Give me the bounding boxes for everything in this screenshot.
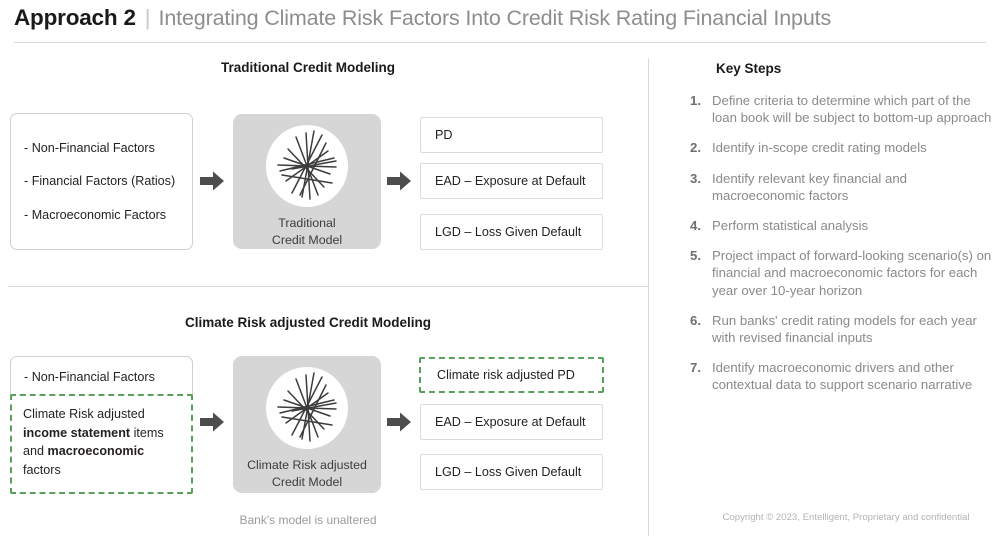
step-number: 6.: [690, 312, 701, 328]
traditional-model-label: Traditional Credit Model: [233, 215, 381, 248]
arrow-right-icon: [199, 409, 225, 435]
copyright-notice: Copyright © 2023, Entelligent, Proprieta…: [722, 512, 970, 523]
scribble-network-icon: [266, 367, 348, 449]
step-text: Perform statistical analysis: [712, 218, 869, 234]
climate-output-ead: EAD – Exposure at Default: [420, 404, 603, 440]
list-item: 6. Run banks' credit rating models for e…: [690, 312, 992, 346]
key-steps-list: 1. Define criteria to determine which pa…: [690, 92, 992, 407]
step-number: 5.: [690, 248, 701, 264]
step-text: Run banks' credit rating models for each…: [712, 312, 977, 346]
title-separator: |: [144, 5, 151, 30]
key-steps-title: Key Steps: [716, 61, 782, 76]
section-divider: [8, 286, 648, 287]
step-text: Define criteria to determine which part …: [712, 93, 992, 126]
climate-input-part3: factors: [23, 462, 61, 477]
step-number: 2.: [690, 140, 701, 156]
step-text: Identify in-scope credit rating models: [712, 140, 927, 156]
list-item: 2. Identify in-scope credit rating model…: [690, 139, 992, 156]
climate-model-label: Climate Risk adjusted Credit Model: [233, 457, 381, 490]
climate-section-title: Climate Risk adjusted Credit Modeling: [184, 315, 432, 330]
page-header: Approach 2 | Integrating Climate Risk Fa…: [0, 0, 1000, 36]
climate-output-lgd: LGD – Loss Given Default: [420, 454, 603, 490]
traditional-input-2: - Financial Factors (Ratios): [24, 174, 176, 188]
list-item: 1. Define criteria to determine which pa…: [690, 92, 992, 126]
climate-model-label-line1: Climate Risk adjusted: [247, 458, 367, 472]
list-item: 7. Identify macroeconomic drivers and ot…: [690, 359, 992, 393]
page-title: Approach 2: [14, 5, 136, 30]
traditional-output-lgd: LGD – Loss Given Default: [420, 214, 603, 250]
page-subtitle: Integrating Climate Risk Factors Into Cr…: [158, 5, 832, 30]
traditional-model-label-line2: Credit Model: [271, 232, 343, 247]
list-item: 5. Project impact of forward-looking sce…: [690, 247, 992, 299]
step-text: Identify macroeconomic drivers and other…: [712, 360, 973, 393]
traditional-model-box: Traditional Credit Model: [233, 114, 381, 249]
list-item: 3. Identify relevant key financial and m…: [690, 170, 992, 204]
step-text: Project impact of forward-looking scenar…: [712, 248, 992, 298]
climate-input-nonfinancial: - Non-Financial Factors: [24, 370, 155, 384]
climate-input-bold2: macroeconomic: [47, 444, 145, 458]
traditional-input-3: - Macroeconomic Factors: [24, 208, 167, 222]
step-text: Identify relevant key financial and macr…: [712, 170, 907, 203]
arrow-right-icon: [199, 168, 225, 194]
arrow-right-icon: [386, 168, 412, 194]
traditional-section-title: Traditional Credit Modeling: [220, 60, 395, 75]
list-item: 4. Perform statistical analysis: [690, 217, 992, 234]
traditional-output-ead: EAD – Exposure at Default: [420, 163, 603, 199]
climate-output-pd: Climate risk adjusted PD: [419, 357, 604, 393]
step-number: 1.: [690, 93, 701, 108]
climate-model-label-line2: Credit Model: [271, 474, 343, 489]
climate-input-bold1: income statement: [23, 425, 131, 440]
step-number: 7.: [690, 360, 701, 376]
climate-highlighted-input-text: Climate Risk adjusted income statement i…: [23, 405, 183, 479]
scribble-network-icon: [266, 125, 348, 207]
step-number: 3.: [690, 170, 701, 186]
step-number: 4.: [690, 218, 701, 234]
climate-model-box: Climate Risk adjusted Credit Model: [233, 356, 381, 493]
panel-divider: [648, 58, 649, 536]
traditional-model-label-line1: Traditional: [278, 216, 336, 230]
model-unaltered-caption: Bank's model is unaltered: [239, 513, 377, 527]
traditional-output-pd: PD: [420, 117, 603, 153]
traditional-input-1: - Non-Financial Factors: [24, 141, 155, 155]
arrow-right-icon: [386, 409, 412, 435]
header-divider: [14, 42, 986, 43]
climate-input-part1: Climate Risk adjusted: [23, 407, 145, 421]
